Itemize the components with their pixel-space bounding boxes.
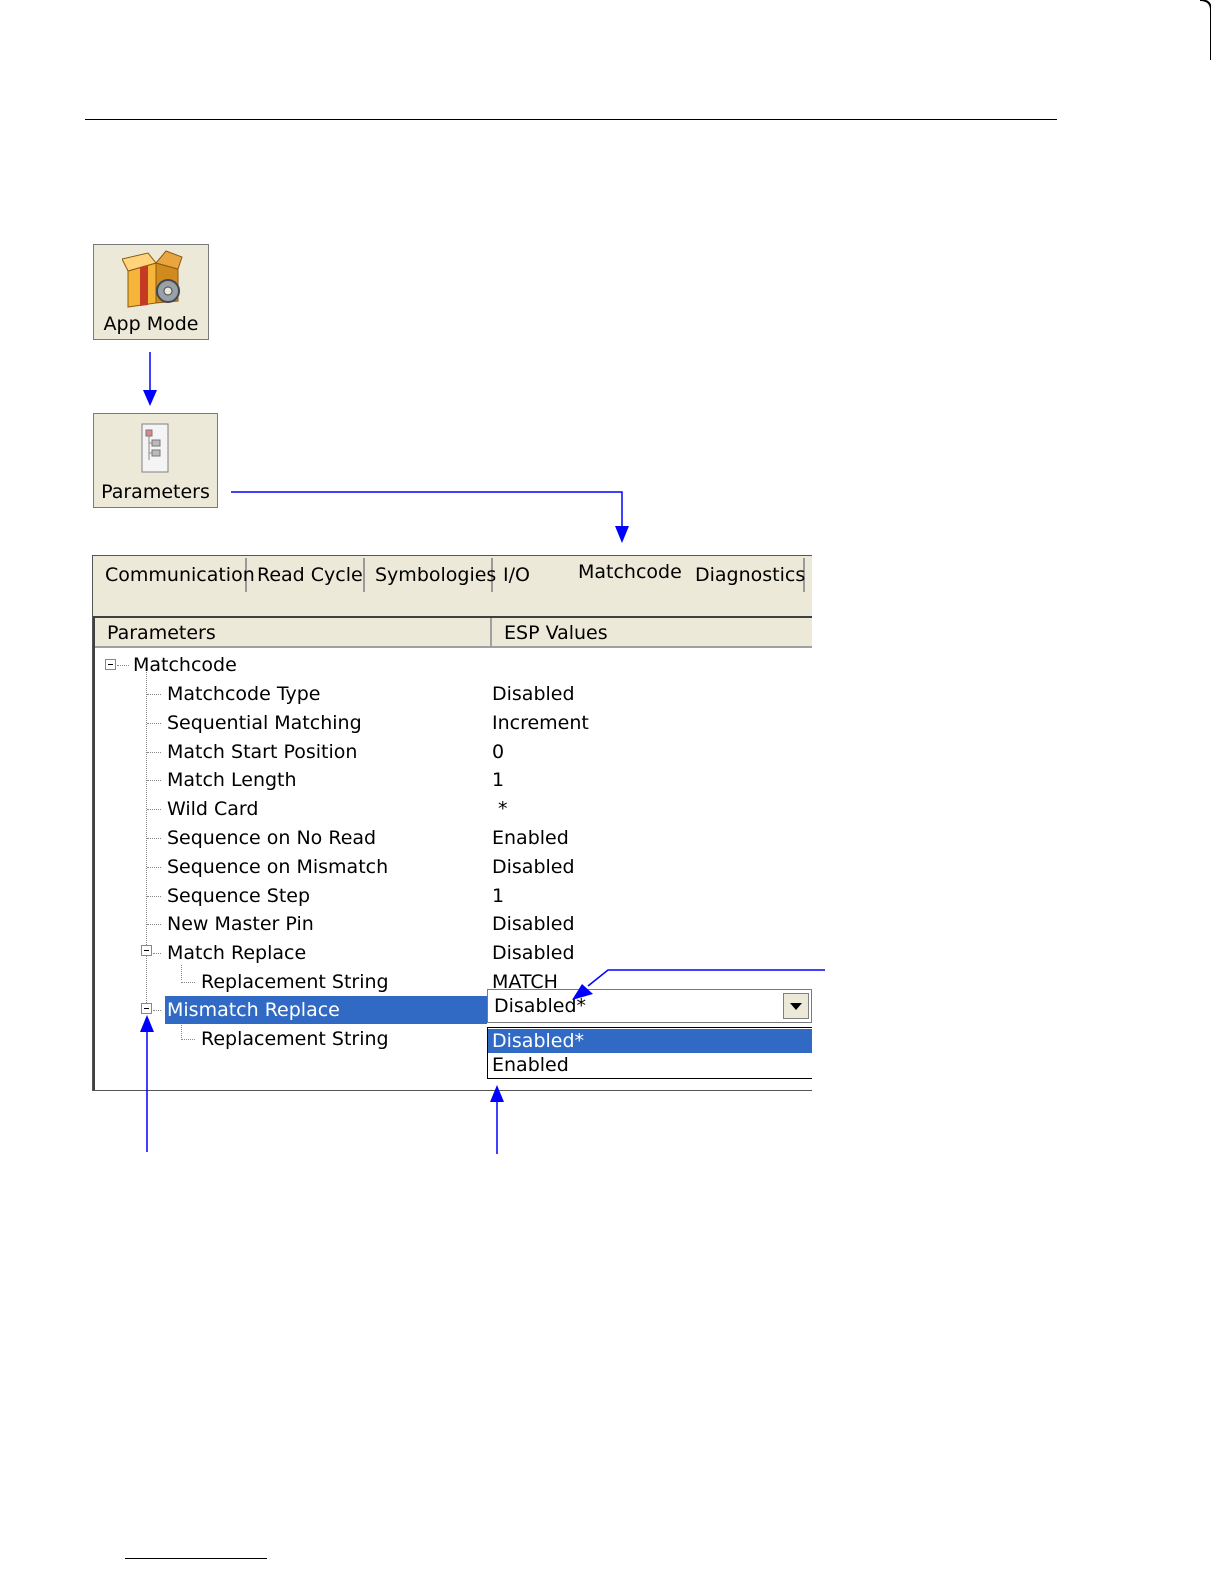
param-row[interactable]: New Master Pin Disabled [95, 910, 812, 938]
param-name: Sequential Matching [167, 712, 362, 734]
param-row[interactable]: Sequence Step 1 [95, 882, 812, 910]
arrow-app-mode-to-parameters [143, 352, 157, 406]
page-edge-mark [1199, 0, 1212, 60]
tab-diagnostics[interactable]: Diagnostics [687, 558, 805, 592]
header-rule [85, 119, 1057, 120]
param-name: New Master Pin [167, 913, 314, 935]
column-header-esp-values[interactable]: ESP Values [492, 618, 812, 648]
param-row[interactable]: Match Replace Disabled [95, 939, 812, 967]
parameters-button[interactable]: Parameters [93, 413, 218, 508]
param-row[interactable]: Matchcode Type Disabled [95, 680, 812, 708]
param-name: Replacement String [201, 971, 389, 993]
param-value[interactable]: * [492, 795, 508, 823]
tree-line [147, 780, 161, 781]
param-row[interactable]: Replacement String [95, 1025, 485, 1053]
param-name: Wild Card [167, 798, 259, 820]
app-mode-box-icon [122, 250, 183, 308]
param-row[interactable]: Sequence on Mismatch Disabled [95, 853, 812, 881]
param-value[interactable]: 0 [492, 738, 504, 766]
tree-node-matchcode[interactable]: Matchcode [133, 651, 237, 679]
parameters-document-icon [141, 423, 169, 473]
tree-line [153, 1010, 161, 1011]
param-value[interactable]: Disabled [492, 853, 575, 881]
param-value[interactable]: Enabled [492, 824, 569, 852]
tree-line [147, 896, 161, 897]
combo-selected-value: Disabled* [494, 995, 587, 1017]
tree-line [147, 694, 161, 695]
param-value[interactable]: Disabled [492, 910, 575, 938]
tree-line [147, 752, 161, 753]
tab-matchcode[interactable]: Matchcode [570, 556, 686, 589]
tab-symbologies[interactable]: Symbologies [367, 558, 496, 592]
tab-io[interactable]: I/O [495, 558, 555, 592]
tree-line [147, 924, 161, 925]
param-value[interactable]: Disabled [492, 680, 575, 708]
tree-line [181, 982, 195, 983]
param-name: Matchcode Type [167, 683, 321, 705]
param-name: Sequence Step [167, 885, 311, 907]
param-name: Sequence on Mismatch [167, 856, 389, 878]
collapse-toggle-matchcode[interactable] [105, 659, 116, 670]
mismatch-replace-dropdown: Disabled* Enabled [487, 1027, 812, 1079]
arrow-to-dropdown [490, 1085, 504, 1154]
param-value[interactable]: 1 [492, 882, 504, 910]
dropdown-option-disabled[interactable]: Disabled* [488, 1029, 812, 1053]
parameters-label: Parameters [101, 481, 210, 503]
param-row[interactable]: Sequential Matching Increment [95, 709, 812, 737]
tree-line [147, 838, 161, 839]
param-row[interactable]: Match Length 1 [95, 766, 812, 794]
footer-rule [125, 1558, 267, 1559]
param-name: Match Start Position [167, 741, 358, 763]
chevron-down-icon[interactable] [783, 993, 809, 1019]
app-mode-label: App Mode [103, 313, 199, 335]
param-name: Match Replace [167, 942, 307, 964]
tree-line [147, 867, 161, 868]
param-name: Replacement String [201, 1028, 389, 1050]
app-mode-button[interactable]: App Mode [93, 244, 209, 340]
param-name: Mismatch Replace [165, 996, 487, 1024]
tree-line [147, 723, 161, 724]
param-row[interactable]: Match Start Position 0 [95, 738, 812, 766]
param-name: Sequence on No Read [167, 827, 377, 849]
parameters-window: Communication Read Cycle Symbologies I/O… [92, 555, 812, 1091]
tree-line [181, 1039, 195, 1040]
column-header-parameters[interactable]: Parameters [95, 618, 492, 648]
param-row[interactable]: Wild Card * [95, 795, 812, 823]
arrow-parameters-to-matchcode-tab [231, 491, 629, 543]
tree-line [153, 953, 161, 954]
tab-communication[interactable]: Communication [97, 558, 255, 592]
dropdown-option-enabled[interactable]: Enabled [488, 1053, 812, 1077]
param-name: Match Length [167, 769, 297, 791]
tree-line [147, 809, 161, 810]
param-value[interactable]: 1 [492, 766, 504, 794]
param-value[interactable]: Disabled [492, 939, 575, 967]
param-value[interactable]: Increment [492, 709, 589, 737]
tab-read-cycle[interactable]: Read Cycle [249, 558, 365, 592]
tree-line [117, 665, 129, 666]
param-row-selected[interactable]: Mismatch Replace [95, 996, 495, 1024]
param-row[interactable]: Sequence on No Read Enabled [95, 824, 812, 852]
mismatch-replace-select[interactable]: Disabled* [487, 989, 812, 1023]
